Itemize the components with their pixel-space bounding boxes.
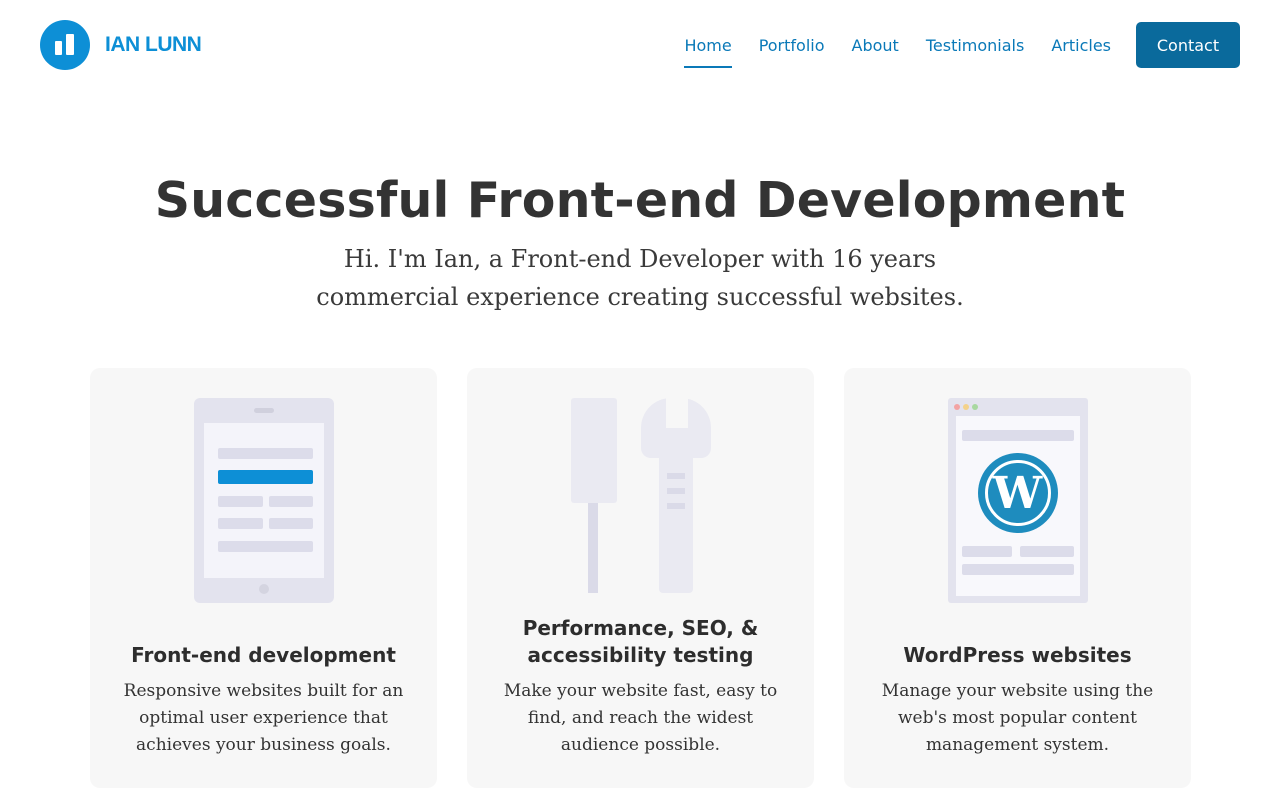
card-title: WordPress websites: [903, 643, 1132, 667]
hero-subtitle: Hi. I'm Ian, a Front-end Developer with …: [290, 240, 990, 316]
service-card-frontend[interactable]: Front-end development Responsive website…: [90, 368, 437, 788]
hero-subtitle-line1: Hi. I'm Ian, a Front-end Developer with …: [343, 245, 937, 273]
nav-testimonials[interactable]: Testimonials: [926, 22, 1025, 68]
nav-home[interactable]: Home: [684, 22, 732, 68]
service-card-testing[interactable]: Performance, SEO, & accessibility testin…: [467, 368, 814, 788]
hero: Successful Front-end Development Hi. I'm…: [0, 172, 1280, 316]
card-description: Make your website fast, easy to find, an…: [503, 681, 778, 755]
site-header: IAN LUNN Home Portfolio About Testimonia…: [0, 0, 1280, 90]
wordpress-icon: W: [947, 398, 1088, 603]
tools-icon: [570, 398, 711, 603]
card-title: Front-end development: [131, 643, 396, 667]
tablet-layout-icon: [193, 398, 334, 603]
service-card-wordpress[interactable]: W WordPress websites Manage your website…: [844, 368, 1191, 788]
main-nav: Home Portfolio About Testimonials Articl…: [657, 22, 1240, 68]
nav-articles[interactable]: Articles: [1051, 22, 1111, 68]
card-title: Performance, SEO, & accessibility testin…: [467, 615, 814, 669]
contact-button[interactable]: Contact: [1136, 22, 1240, 68]
card-description: Responsive websites built for an optimal…: [123, 681, 404, 755]
card-title-line1: Performance, SEO, &: [522, 616, 759, 640]
hero-subtitle-line2: commercial experience creating successfu…: [316, 283, 964, 311]
nav-about[interactable]: About: [852, 22, 899, 68]
services-cards: Front-end development Responsive website…: [90, 368, 1191, 788]
logo-link[interactable]: IAN LUNN: [40, 20, 202, 70]
hero-title: Successful Front-end Development: [154, 172, 1126, 229]
logo-text: IAN LUNN: [105, 33, 202, 56]
card-description: Manage your website using the web's most…: [881, 681, 1154, 755]
nav-portfolio[interactable]: Portfolio: [759, 22, 825, 68]
card-title-line2: accessibility testing: [527, 643, 754, 667]
bar-chart-circle-icon: [40, 20, 90, 70]
